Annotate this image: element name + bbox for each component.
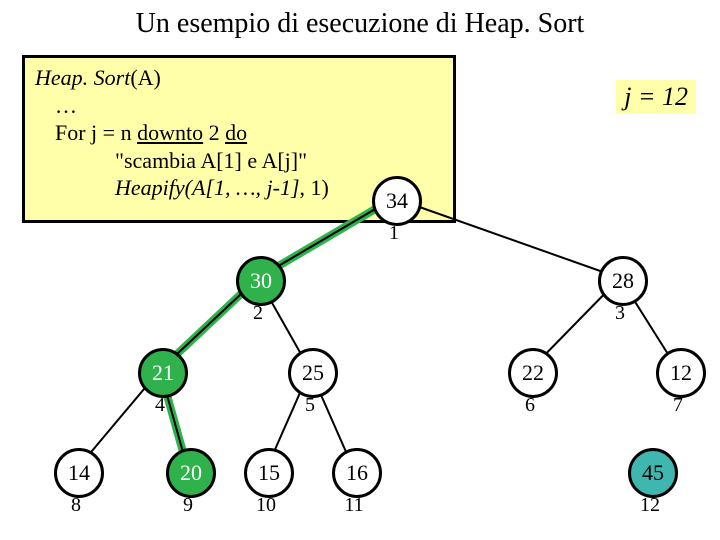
heap-node-3: 28 [598,256,648,306]
heap-node-11: 16 [332,448,382,498]
heap-index-3: 3 [600,302,640,325]
heap-index-10: 10 [246,494,286,517]
heap-index-6: 6 [510,394,550,417]
code-arg: (A) [130,65,161,90]
heap-node-2: 30 [236,256,286,306]
code-fn: Heap. Sort [35,65,130,90]
heap-index-5: 5 [290,394,330,417]
code-line-3: For j = n downto 2 do [35,119,443,147]
heap-node-1: 34 [372,176,422,226]
heap-index-1: 1 [374,222,414,245]
heap-index-7: 7 [658,394,698,417]
heap-node-4: 21 [138,348,188,398]
heap-node-8: 14 [54,448,104,498]
heap-index-2: 2 [238,302,278,325]
heap-index-11: 11 [334,494,374,517]
heap-node-10: 15 [244,448,294,498]
code-line-1: Heap. Sort(A) [35,64,443,92]
heap-index-8: 8 [56,494,96,517]
slide: { "title": "Un esempio di esecuzione di … [0,0,720,540]
code-line-2: … [35,92,443,120]
heap-node-9: 20 [166,448,216,498]
j-indicator: j = 12 [616,80,696,114]
heap-index-9: 9 [168,494,208,517]
heap-node-5: 25 [288,348,338,398]
heap-node-6: 22 [508,348,558,398]
slide-title: Un esempio di esecuzione di Heap. Sort [0,8,720,40]
heap-index-4: 4 [140,394,180,417]
heap-node-12: 45 [628,448,678,498]
heap-node-7: 12 [656,348,706,398]
code-heapify: Heapify [115,175,185,200]
heap-index-12: 12 [630,494,670,517]
code-line-4: "scambia A[1] e A[j]" [35,147,443,175]
